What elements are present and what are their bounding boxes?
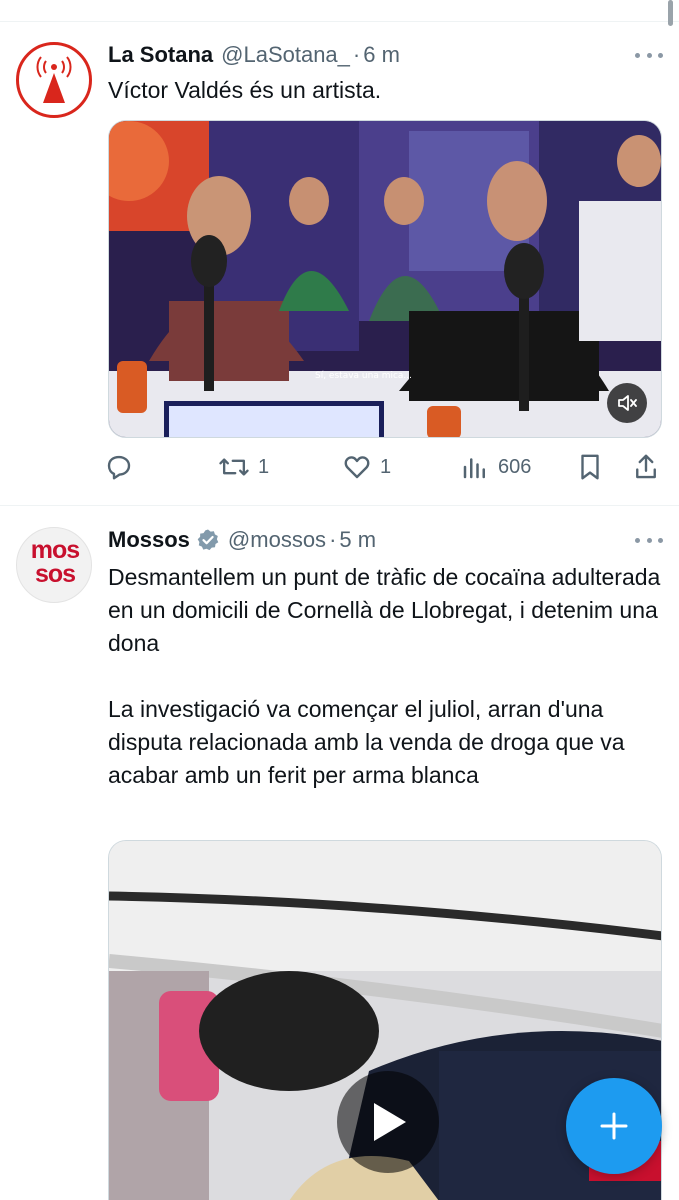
tweet-header: La Sotana @LaSotana_ · 6 m xyxy=(108,40,400,70)
tweet-lasotana[interactable]: La Sotana @LaSotana_ · 6 m Víctor Valdés… xyxy=(0,22,679,506)
display-name[interactable]: Mossos xyxy=(108,527,190,553)
mossos-logo: mos sos xyxy=(30,536,80,588)
view-count: 606 xyxy=(498,455,532,478)
plus-icon xyxy=(600,1112,628,1140)
radio-tower-logo-icon xyxy=(36,56,72,103)
more-options-button[interactable] xyxy=(635,46,663,64)
user-handle[interactable]: @LaSotana_ xyxy=(221,42,350,68)
tweet-header: Mossos @mossos · 5 m xyxy=(108,525,376,555)
tweet-text: Desmantellem un punt de tràfic de cocaïn… xyxy=(108,564,661,788)
avatar-lasotana[interactable] xyxy=(16,42,92,118)
display-name[interactable]: La Sotana xyxy=(108,42,213,68)
timestamp[interactable]: 5 m xyxy=(339,527,376,553)
play-icon xyxy=(374,1103,406,1141)
retweet-count: 1 xyxy=(258,455,270,478)
views-chart-icon xyxy=(463,458,485,479)
video-thumbnail xyxy=(109,121,661,437)
video-player[interactable]: Sí, estava una mica... xyxy=(108,120,662,438)
like-count: 1 xyxy=(380,455,392,478)
verified-badge-icon xyxy=(196,528,220,552)
share-icon xyxy=(636,454,656,479)
mute-icon xyxy=(618,395,637,411)
share-button[interactable] xyxy=(632,447,660,487)
previous-tweet-edge xyxy=(0,0,679,22)
retweet-icon xyxy=(219,458,249,476)
compose-tweet-button[interactable] xyxy=(566,1078,662,1174)
separator-dot: · xyxy=(352,42,361,67)
bookmark-button[interactable] xyxy=(576,447,604,487)
timestamp[interactable]: 6 m xyxy=(363,42,400,68)
user-handle[interactable]: @mossos xyxy=(228,527,326,553)
views-button[interactable]: 606 xyxy=(460,447,531,487)
video-caption: Sí, estava una mica... xyxy=(315,371,413,381)
heart-icon xyxy=(344,456,370,479)
tweet-actions: 1 1 606 xyxy=(104,447,664,487)
avatar-mossos[interactable]: mos sos xyxy=(16,527,92,603)
bookmark-icon xyxy=(581,454,599,480)
more-options-button[interactable] xyxy=(635,531,663,549)
mute-toggle-button[interactable] xyxy=(607,383,647,423)
reply-icon xyxy=(107,455,131,480)
retweet-button[interactable]: 1 xyxy=(218,447,269,487)
like-button[interactable]: 1 xyxy=(342,447,391,487)
separator-dot: · xyxy=(329,527,337,552)
reply-button[interactable] xyxy=(104,447,142,487)
play-button[interactable] xyxy=(337,1071,439,1173)
tweet-text: Víctor Valdés és un artista. xyxy=(108,77,382,103)
